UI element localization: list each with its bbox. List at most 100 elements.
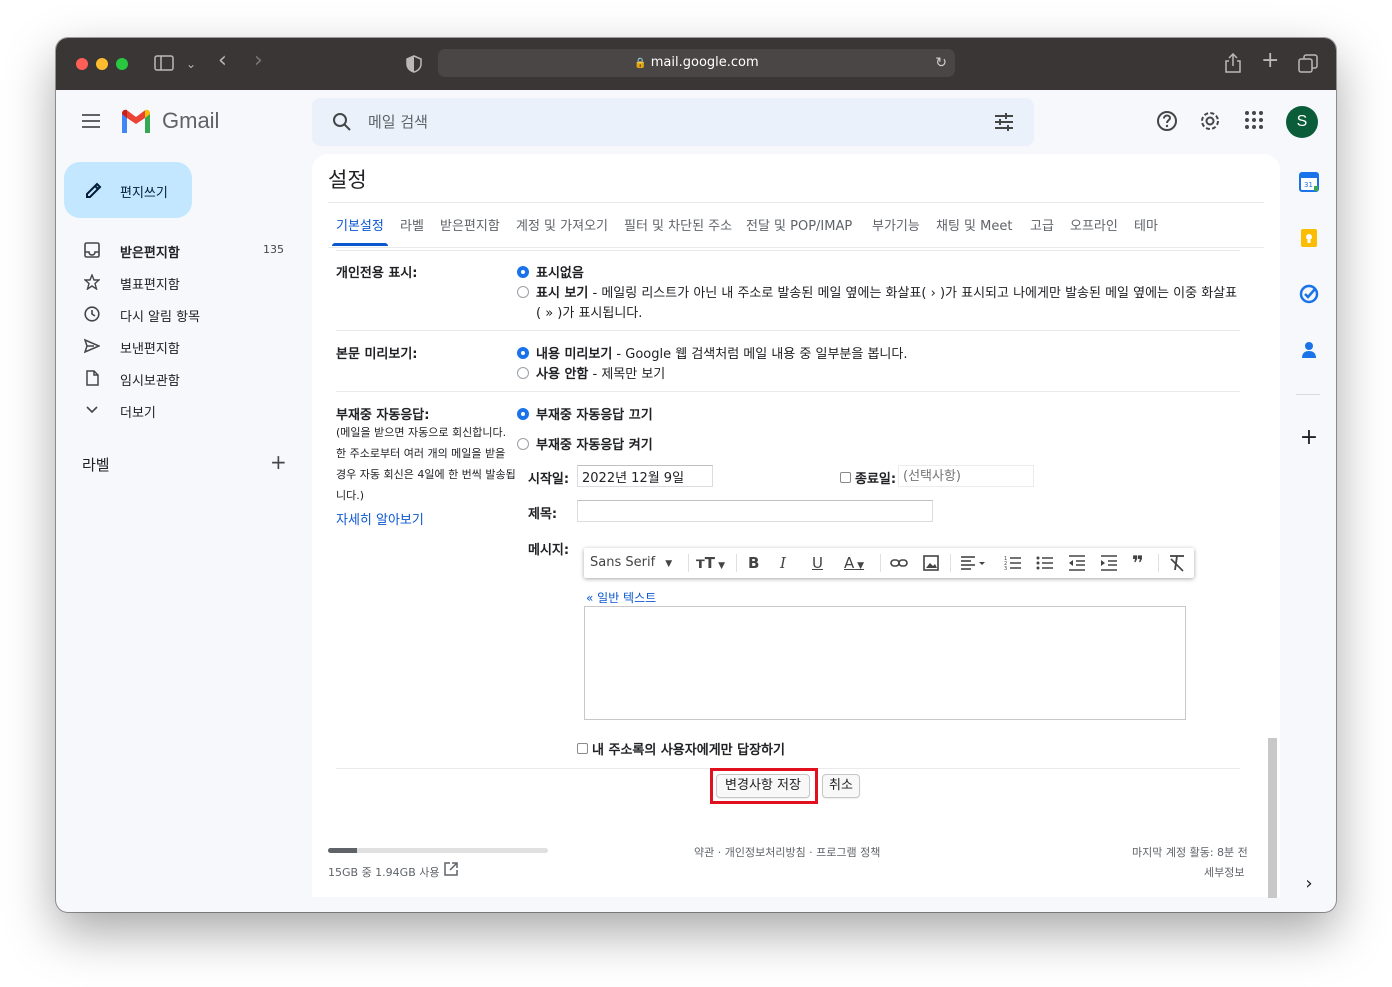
sidebar-item-snoozed[interactable]: 다시 알림 항목: [64, 298, 296, 330]
search-bar[interactable]: [312, 98, 1034, 146]
tasks-icon[interactable]: [1299, 284, 1319, 304]
radio-no-snippets[interactable]: [517, 367, 529, 379]
add-label-icon[interactable]: +: [270, 450, 287, 474]
forward-icon[interactable]: ›: [254, 50, 263, 72]
tab-themes[interactable]: 테마: [1134, 215, 1158, 234]
chevron-down-icon[interactable]: ⌄: [186, 55, 196, 73]
sidebar-item-sent[interactable]: 보낸편지함: [64, 330, 296, 362]
cancel-button[interactable]: 취소: [822, 774, 860, 798]
numbered-list-icon[interactable]: 123: [1004, 554, 1022, 576]
tab-advanced[interactable]: 고급: [1030, 215, 1054, 234]
vacation-desc-line: (메일을 받으면 자동으로 회신합니다.: [336, 426, 507, 439]
contacts-icon[interactable]: [1299, 340, 1319, 360]
keep-icon[interactable]: [1299, 228, 1319, 248]
reload-icon[interactable]: ↻: [935, 49, 947, 77]
share-icon[interactable]: [1224, 52, 1242, 77]
svg-text:31: 31: [1304, 181, 1313, 189]
tab-offline[interactable]: 오프라인: [1070, 215, 1118, 234]
chevron-down-icon: [84, 402, 100, 418]
tab-inbox[interactable]: 받은편지함: [440, 215, 500, 234]
policy-links[interactable]: 약관 · 개인정보처리방침 · 프로그램 정책: [694, 844, 880, 860]
text-color-icon[interactable]: A ▼: [844, 554, 864, 575]
gmail-logo-icon[interactable]: [120, 109, 152, 133]
back-icon[interactable]: ‹: [218, 50, 227, 72]
sidebar-item-more[interactable]: 더보기: [64, 394, 296, 426]
option-vacation-off: 부재중 자동응답 끄기: [536, 408, 653, 423]
link-icon[interactable]: [890, 554, 908, 576]
tab-addons[interactable]: 부가기능: [872, 215, 920, 234]
indent-less-icon[interactable]: [1068, 554, 1086, 576]
account-avatar[interactable]: S: [1286, 106, 1318, 138]
message-editor[interactable]: [584, 606, 1186, 720]
remove-formatting-icon[interactable]: [1168, 554, 1186, 576]
search-icon[interactable]: [332, 112, 352, 136]
activity-details-link[interactable]: 세부정보: [1204, 864, 1244, 880]
tab-chat-meet[interactable]: 채팅 및 Meet: [936, 215, 1012, 234]
tab-general[interactable]: 기본설정: [332, 215, 388, 246]
tab-forwarding-pop-imap[interactable]: 전달 및 POP/IMAP: [746, 215, 852, 234]
help-icon[interactable]: [1156, 110, 1178, 136]
contacts-only-checkbox[interactable]: [577, 743, 588, 754]
italic-icon[interactable]: I: [780, 554, 786, 572]
bold-icon[interactable]: B: [748, 554, 759, 572]
compose-button[interactable]: 편지쓰기: [64, 162, 192, 218]
settings-gear-icon[interactable]: [1199, 110, 1221, 136]
font-family-select[interactable]: Sans Serif ▼: [590, 554, 672, 573]
close-window-button[interactable]: [76, 58, 88, 70]
option-show-indicators: 표시 보기 - 메일링 리스트가 아닌 내 주소로 발송된 메일 옆에는 화살표…: [536, 282, 1237, 301]
tab-overview-icon[interactable]: [1298, 54, 1318, 78]
main-menu-icon[interactable]: [82, 114, 100, 128]
radio-show-snippets[interactable]: [517, 347, 529, 359]
apps-grid-icon[interactable]: [1244, 110, 1264, 134]
radio-vacation-off[interactable]: [517, 408, 529, 420]
option-show-snippets-desc: - Google 웹 검색처럼 메일 내용 중 일부분을 봅니다.: [612, 347, 908, 362]
radio-vacation-on[interactable]: [517, 438, 529, 450]
sidebar-toggle-icon[interactable]: [154, 55, 174, 75]
scrollbar[interactable]: [1268, 738, 1277, 898]
get-addons-icon[interactable]: +: [1299, 427, 1319, 449]
maximize-window-button[interactable]: [116, 58, 128, 70]
end-date-checkbox[interactable]: [840, 472, 851, 483]
plain-text-link[interactable]: « 일반 텍스트: [586, 589, 656, 606]
sidebar-item-label: 별표편지함: [120, 278, 180, 293]
save-changes-button[interactable]: 변경사항 저장: [716, 774, 810, 798]
quote-icon[interactable]: ❞: [1132, 553, 1144, 573]
plain-text-link-text[interactable]: « 일반 텍스트: [586, 591, 656, 605]
address-bar[interactable]: 🔒 mail.google.com ↻: [438, 49, 955, 77]
align-icon[interactable]: [960, 554, 986, 576]
inbox-count: 135: [263, 243, 284, 256]
subject-field[interactable]: [577, 500, 933, 522]
indent-more-icon[interactable]: [1100, 554, 1118, 576]
font-size-icon[interactable]: тT ▼: [696, 554, 725, 575]
dropdown-arrow-icon: ▼: [665, 559, 673, 569]
new-tab-icon[interactable]: +: [1261, 50, 1279, 72]
tab-accounts-import[interactable]: 계정 및 가져오기: [516, 215, 608, 234]
sidebar-item-starred[interactable]: 별표편지함: [64, 266, 296, 298]
image-icon[interactable]: [922, 554, 940, 576]
radio-show-indicators[interactable]: [517, 286, 529, 298]
lock-icon: 🔒: [634, 58, 647, 69]
search-input[interactable]: [368, 108, 968, 136]
sidebar-item-inbox[interactable]: 받은편지함 135: [64, 234, 296, 266]
bulleted-list-icon[interactable]: [1036, 554, 1054, 576]
tab-filters-blocked[interactable]: 필터 및 차단된 주소: [624, 215, 732, 234]
option-no-snippets: 사용 안함 - 제목만 보기: [536, 363, 665, 382]
sidebar-item-drafts[interactable]: 임시보관함: [64, 362, 296, 394]
expand-side-panel-icon[interactable]: ›: [1299, 874, 1319, 894]
minimize-window-button[interactable]: [96, 58, 108, 70]
tab-labels[interactable]: 라벨: [400, 215, 424, 234]
learn-more-link[interactable]: 자세히 알아보기: [336, 509, 424, 528]
privacy-shield-icon[interactable]: [406, 55, 422, 77]
sidebar-item-label: 임시보관함: [120, 374, 180, 389]
personal-indicators-label: 개인전용 표시:: [336, 266, 418, 281]
calendar-icon[interactable]: 31: [1299, 172, 1319, 192]
vacation-desc-line: 니다.): [336, 489, 365, 502]
start-date-field[interactable]: [577, 465, 713, 487]
end-date-field[interactable]: [898, 465, 1034, 487]
app-name: Gmail: [162, 108, 220, 133]
radio-no-indicators[interactable]: [517, 266, 529, 278]
search-options-icon[interactable]: [994, 112, 1014, 136]
underline-icon[interactable]: U: [812, 554, 823, 572]
learn-more-text[interactable]: 자세히 알아보기: [336, 513, 424, 528]
external-link-icon[interactable]: [444, 862, 458, 879]
